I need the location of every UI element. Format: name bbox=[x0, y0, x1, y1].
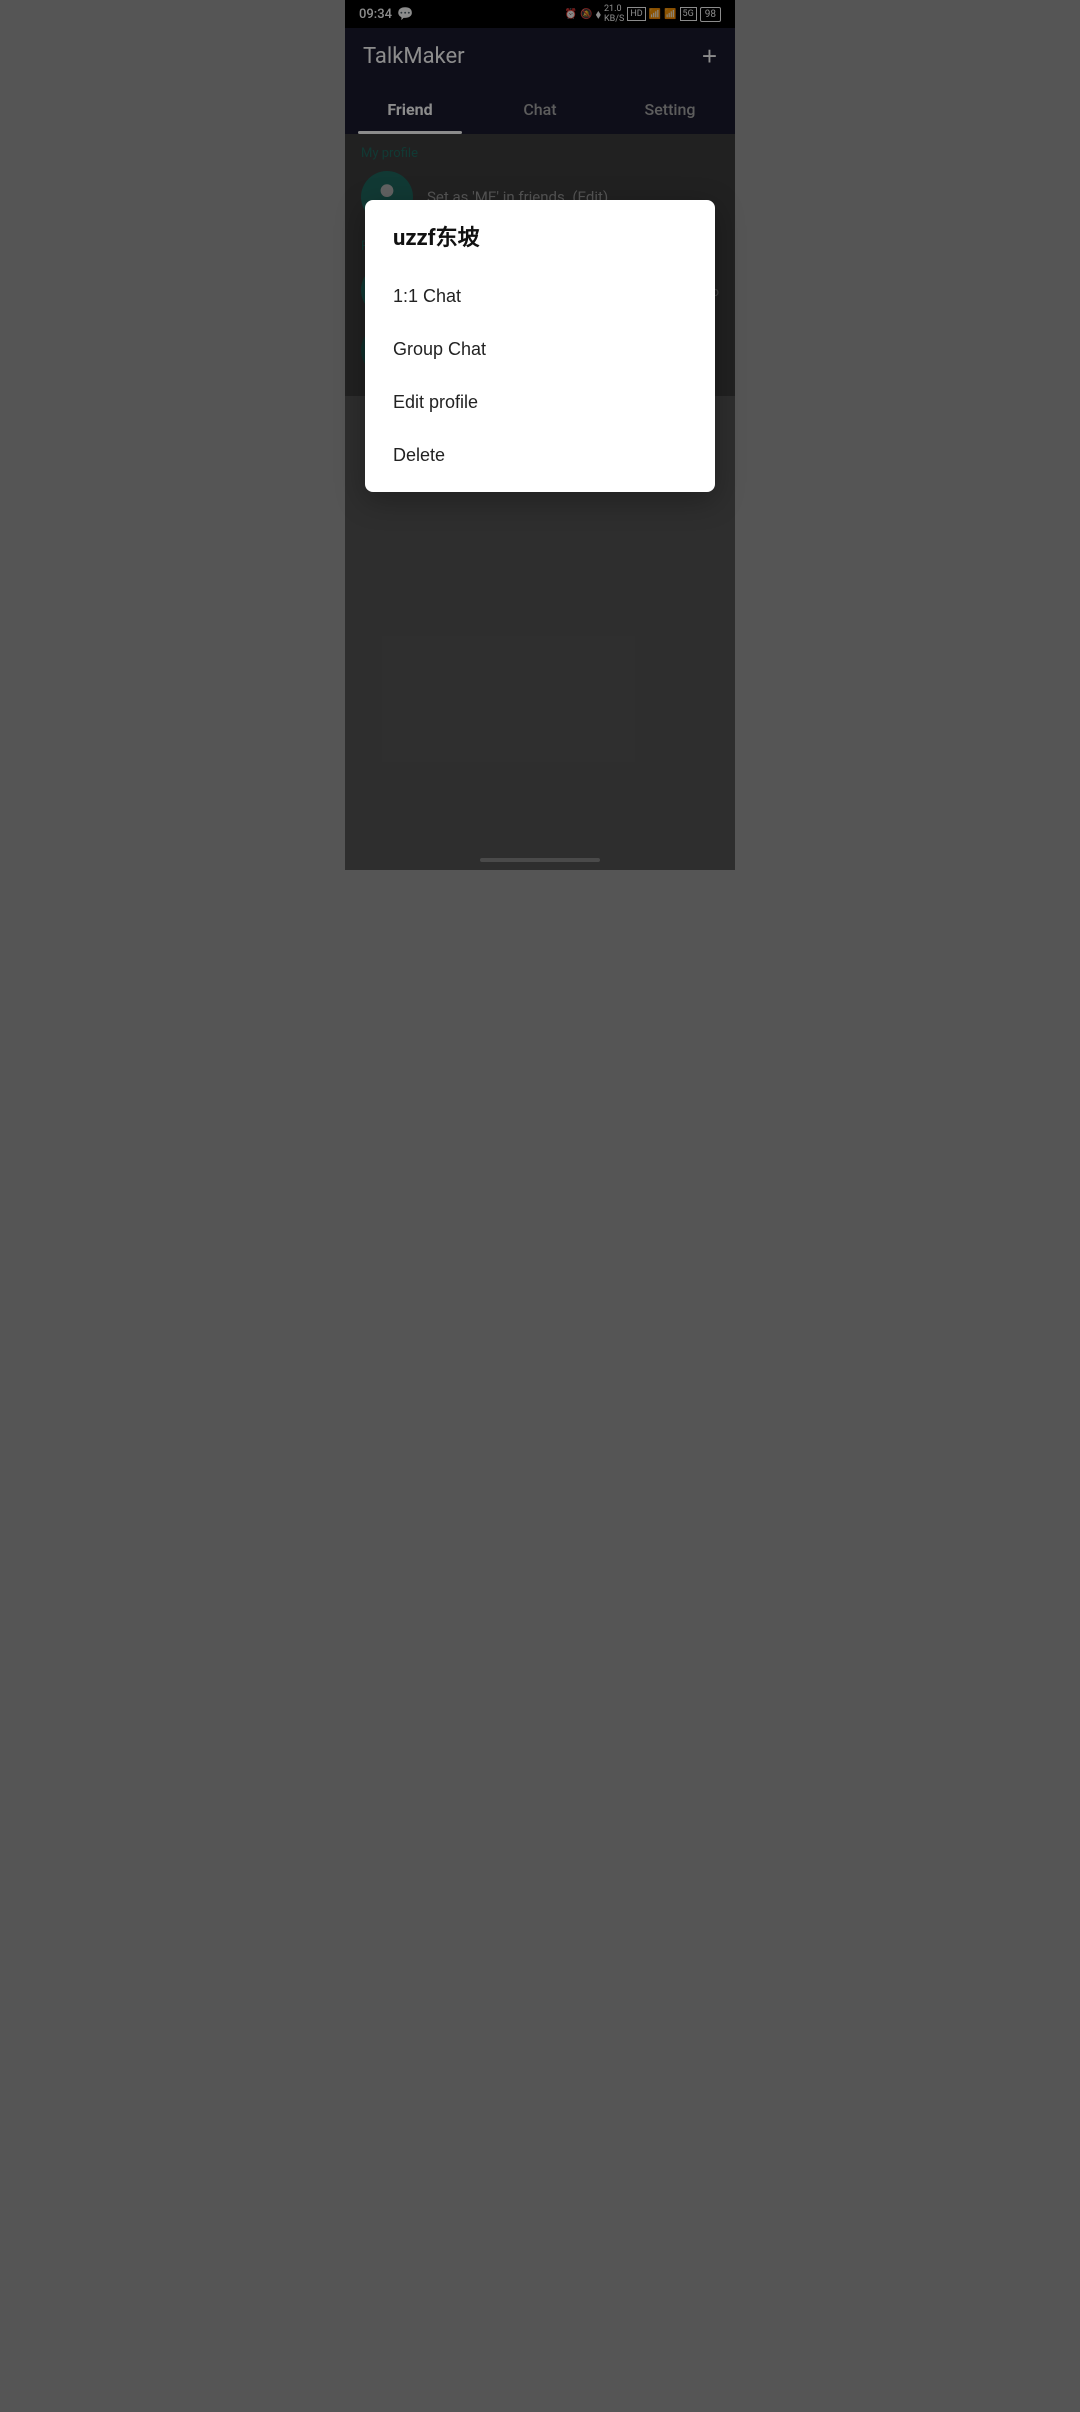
context-menu-title: uzzf东坡 bbox=[365, 220, 715, 270]
menu-item-edit-profile[interactable]: Edit profile bbox=[365, 376, 715, 429]
context-menu: uzzf东坡 1:1 Chat Group Chat Edit profile … bbox=[365, 200, 715, 492]
menu-item-group-chat[interactable]: Group Chat bbox=[365, 323, 715, 376]
menu-item-delete[interactable]: Delete bbox=[365, 429, 715, 482]
menu-item-one-on-one-chat[interactable]: 1:1 Chat bbox=[365, 270, 715, 323]
